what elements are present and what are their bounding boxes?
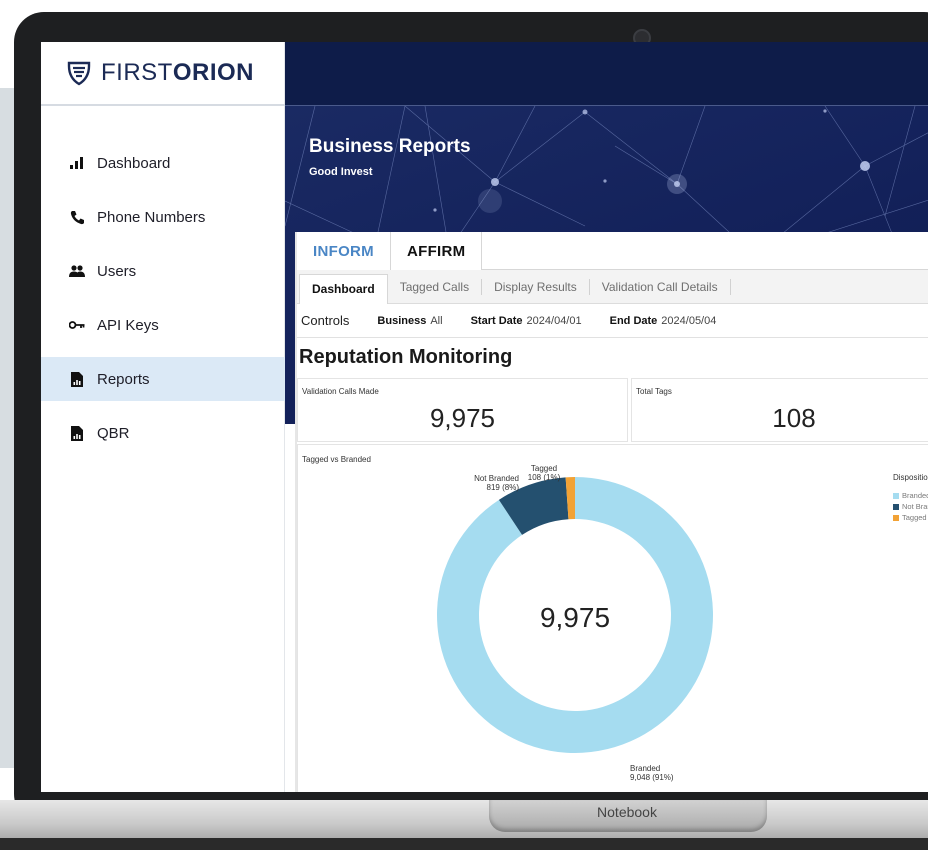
legend-swatch (893, 503, 899, 510)
kpi-value: 9,975 (429, 403, 496, 433)
laptop-base: Notebook (0, 800, 928, 840)
phone-icon (69, 209, 85, 225)
sidebar-item-qbr[interactable]: QBR (41, 406, 285, 460)
shield-logo-icon (67, 61, 91, 86)
donut-chart-panel: Tagged vs Branded 9,975 Branded 9,048 (91%… (297, 444, 928, 792)
report-card: INFORM AFFIRM Dashboard Tagged Calls Dis… (297, 232, 928, 792)
legend-swatch (893, 492, 899, 499)
device-label: Notebook (597, 804, 657, 820)
tab-dashboard[interactable]: Dashboard (299, 273, 388, 304)
key-icon (69, 317, 85, 333)
legend-label: Not Branded (902, 502, 928, 511)
floor (0, 838, 928, 850)
secondary-tabs: Dashboard Tagged Calls Display Results V… (297, 270, 928, 304)
sidebar-item-label: QBR (97, 424, 130, 442)
sidebar-item-phone-numbers[interactable]: Phone Numbers (41, 190, 285, 244)
kpi-value: 108 (772, 403, 816, 433)
kpi-label: Total Tags (636, 387, 672, 396)
slice-label: Tagged 108 (1%) (528, 464, 561, 482)
legend-item[interactable]: Branded (893, 490, 928, 501)
sidebar-item-users[interactable]: Users (41, 244, 285, 298)
slice-label: Not Branded 819 (8%) (474, 474, 519, 492)
page-subtitle: Good Invest (309, 166, 373, 178)
legend-item[interactable]: Not Branded (893, 501, 928, 512)
sidebar-item-reports[interactable]: Reports (41, 357, 285, 401)
screen: FIRSTORION Dashboard Phone Numbers Users… (41, 42, 928, 792)
legend-label: Tagged (902, 513, 927, 522)
legend-swatch (893, 514, 899, 521)
users-icon (69, 263, 85, 279)
section-title: Reputation Monitoring (299, 346, 513, 368)
sidebar-item-label: Users (97, 262, 137, 280)
tab-inform[interactable]: INFORM (297, 232, 390, 270)
sidebar-item-label: Dashboard (97, 154, 171, 172)
sidebar: FIRSTORION Dashboard Phone Numbers Users… (41, 42, 285, 792)
sidebar-item-label: API Keys (97, 316, 159, 334)
top-bar (285, 42, 928, 106)
sidebar-item-label: Phone Numbers (97, 208, 206, 226)
sidebar-nav: Dashboard Phone Numbers Users API Keys R… (41, 136, 285, 460)
controls-title[interactable]: Controls (301, 313, 349, 328)
logo-text: FIRSTORION (101, 59, 254, 86)
sidebar-item-label: Reports (97, 370, 150, 388)
sidebar-item-api-keys[interactable]: API Keys (41, 298, 285, 352)
page-title: Business Reports (309, 136, 471, 157)
tab-validation-call-details[interactable]: Validation Call Details (590, 278, 731, 295)
bar-chart-icon (69, 155, 85, 171)
kpi-total-tags: Total Tags 108 (631, 378, 928, 442)
end-date-filter[interactable]: End Date 2024/05/04 (610, 315, 717, 327)
donut-chart: 9,975 Branded 9,048 (91%) Not Branded 819 (8… (437, 464, 713, 782)
report-icon (69, 371, 85, 387)
report-icon (69, 425, 85, 441)
controls-bar: Controls Business All Start Date 2024/04/0… (297, 304, 928, 338)
chart-legend: Disposition Branded Not Branded Tagged (893, 473, 928, 523)
divider (41, 104, 285, 106)
logo[interactable]: FIRSTORION (65, 56, 254, 90)
sidebar-item-dashboard[interactable]: Dashboard (41, 136, 285, 190)
tab-tagged-calls[interactable]: Tagged Calls (388, 278, 483, 295)
donut-center-total: 9,975 (540, 602, 610, 633)
business-filter[interactable]: Business All (377, 315, 442, 327)
tab-affirm[interactable]: AFFIRM (389, 232, 483, 271)
start-date-filter[interactable]: Start Date 2024/04/01 (471, 315, 582, 327)
tab-display-results[interactable]: Display Results (482, 278, 590, 295)
kpi-validation-calls: Validation Calls Made 9,975 (297, 378, 628, 442)
kpi-label: Validation Calls Made (302, 387, 379, 396)
primary-tabs: INFORM AFFIRM (297, 232, 928, 271)
slice-label: Branded 9,048 (91%) (630, 764, 674, 782)
legend-label: Branded (902, 491, 928, 500)
legend-title: Disposition (893, 473, 928, 482)
legend-item[interactable]: Tagged (893, 512, 928, 523)
